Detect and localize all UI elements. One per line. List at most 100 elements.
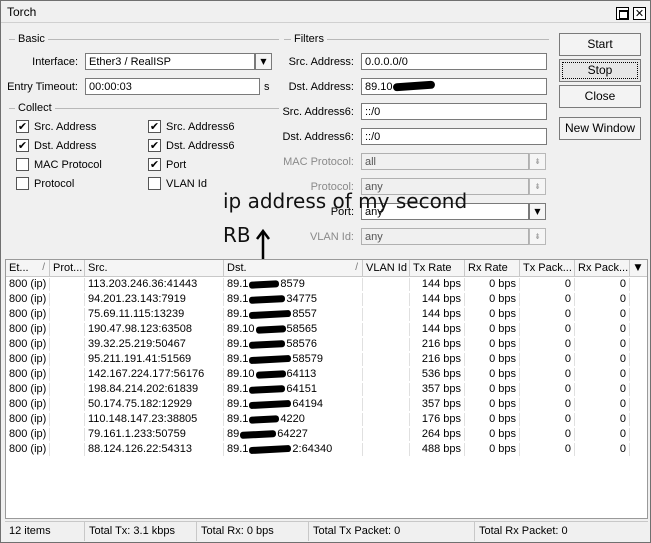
protocol-checkbox[interactable]: [16, 177, 29, 190]
dst-suffix: 8579: [280, 278, 305, 290]
redaction-scribble: [255, 324, 286, 334]
column-header-tx-packets[interactable]: Tx Pack...: [520, 260, 575, 277]
table-cell-tx-rate: 144 bps: [410, 293, 465, 306]
timeout-unit: s: [264, 81, 270, 93]
table-cell-ethertype: 800 (ip): [6, 293, 50, 306]
table-cell-dst: 89.1 34775: [224, 293, 363, 306]
dst-address6-checkbox[interactable]: ✔: [148, 139, 161, 152]
table-cell-dst: 89.1 2:64340: [224, 443, 363, 456]
annotation-line-1: ip address of my second: [223, 189, 468, 213]
table-row[interactable]: 800 (ip) 110.148.147.23:38805 89.1 4220 176 …: [6, 413, 647, 426]
stop-button[interactable]: Stop: [559, 59, 641, 82]
table-row[interactable]: 800 (ip) 95.211.191.41:51569 89.1 58579 216 …: [6, 353, 647, 366]
table-cell-rx-packets: 0: [575, 368, 630, 381]
dst-suffix: 58565: [286, 323, 318, 335]
new-window-button[interactable]: New Window: [559, 117, 641, 140]
vlan-id-select: any: [361, 228, 529, 245]
dst-suffix: 64151: [286, 383, 318, 395]
src-address6-label: Src. Address6:: [282, 106, 354, 118]
window-title: Torch: [7, 5, 37, 19]
redaction-scribble: [249, 354, 292, 364]
table-cell-rx-rate: 0 bps: [465, 353, 520, 366]
status-bar: 12 items Total Tx: 3.1 kbps Total Rx: 0 …: [5, 521, 648, 541]
table-row[interactable]: 800 (ip) 198.84.214.202:61839 89.1 64151 357…: [6, 383, 647, 396]
table-row[interactable]: 800 (ip) 94.201.23.143:7919 89.1 34775 144 b…: [6, 293, 647, 306]
table-row[interactable]: 800 (ip) 75.69.11.115:13239 89.1 8557 144 bp…: [6, 308, 647, 321]
table-cell-src: 95.211.191.41:51569: [85, 353, 224, 366]
table-cell-protocol: [50, 428, 85, 441]
column-menu-icon[interactable]: ▼: [631, 261, 645, 275]
dst-address6-input[interactable]: ::/0: [361, 128, 547, 145]
src-address6-check-label: Src. Address6: [166, 121, 235, 133]
table-cell-tx-packets: 0: [520, 398, 575, 411]
table-cell-rx-packets: 0: [575, 413, 630, 426]
port-dropdown-icon[interactable]: ▼: [529, 203, 546, 220]
column-header-protocol[interactable]: Prot...: [50, 260, 85, 277]
mac-protocol-dropdown-icon: ⇟: [529, 153, 546, 170]
column-header-src[interactable]: Src.: [85, 260, 224, 277]
table-cell-rx-rate: 0 bps: [465, 413, 520, 426]
table-cell-dst: 89.1 8557: [224, 308, 363, 321]
status-item-count: 12 items: [5, 522, 85, 541]
column-header-vlan-id[interactable]: VLAN Id: [363, 260, 410, 277]
table-row[interactable]: 800 (ip) 79.161.1.233:50759 89 64227 264 bps…: [6, 428, 647, 441]
column-header-ethertype[interactable]: Et... /: [6, 260, 50, 277]
dst-address-input[interactable]: 89.10: [361, 78, 547, 95]
dst-prefix: 89.1: [227, 308, 249, 320]
redaction-scribble: [249, 339, 286, 349]
column-header-rx-rate[interactable]: Rx Rate: [465, 260, 520, 277]
status-total-rx: Total Rx: 0 bps: [197, 522, 309, 541]
mac-protocol-check-label: MAC Protocol: [34, 159, 102, 171]
redaction-scribble: [249, 444, 292, 454]
maximize-icon[interactable]: [616, 7, 629, 20]
table-cell-src: 88.124.126.22:54313: [85, 443, 224, 456]
port-check-label: Port: [166, 159, 187, 171]
annotation-line-2: RB: [223, 223, 251, 247]
table-cell-vlan-id: [363, 368, 410, 381]
src-address6-checkbox[interactable]: ✔: [148, 120, 161, 133]
start-button[interactable]: Start: [559, 33, 641, 56]
port-checkbox[interactable]: ✔: [148, 158, 161, 171]
redaction-scribble: [249, 414, 280, 424]
interface-select[interactable]: Ether3 / RealISP: [85, 53, 255, 70]
table-row[interactable]: 800 (ip) 39.32.25.219:50467 89.1 58576 216 b…: [6, 338, 647, 351]
table-cell-vlan-id: [363, 338, 410, 351]
src-address-input[interactable]: 0.0.0.0/0: [361, 53, 547, 70]
table-cell-tx-packets: 0: [520, 413, 575, 426]
table-cell-tx-packets: 0: [520, 278, 575, 291]
table-cell-ethertype: 800 (ip): [6, 338, 50, 351]
table-cell-rx-packets: 0: [575, 338, 630, 351]
src-address-checkbox[interactable]: ✔: [16, 120, 29, 133]
table-cell-rx-rate: 0 bps: [465, 368, 520, 381]
entry-timeout-input[interactable]: 00:00:03: [85, 78, 260, 95]
close-window-icon[interactable]: ✕: [633, 7, 646, 20]
table-row[interactable]: 800 (ip) 113.203.246.36:41443 89.1 8579 144 …: [6, 278, 647, 291]
table-cell-ethertype: 800 (ip): [6, 323, 50, 336]
table-row[interactable]: 800 (ip) 142.167.224.177:56176 89.10 64113 5…: [6, 368, 647, 381]
column-header-dst[interactable]: Dst. /: [224, 260, 363, 277]
title-bar[interactable]: Torch ✕: [1, 1, 650, 23]
column-header-tx-rate[interactable]: Tx Rate: [410, 260, 465, 277]
table-cell-vlan-id: [363, 398, 410, 411]
table-cell-rx-packets: 0: [575, 428, 630, 441]
interface-dropdown-icon[interactable]: ▼: [255, 53, 272, 70]
table-row[interactable]: 800 (ip) 50.174.75.182:12929 89.1 64194 357 …: [6, 398, 647, 411]
table-cell-ethertype: 800 (ip): [6, 428, 50, 441]
status-total-tx-packet: Total Tx Packet: 0: [309, 522, 475, 541]
close-button[interactable]: Close: [559, 85, 641, 108]
dst-suffix: 2:64340: [292, 443, 333, 455]
dst-suffix: 64113: [286, 368, 317, 380]
column-header-rx-packets[interactable]: Rx Pack...: [575, 260, 630, 277]
table-cell-rx-packets: 0: [575, 278, 630, 291]
table-row[interactable]: 800 (ip) 190.47.98.123:63508 89.10 58565 144…: [6, 323, 647, 336]
collect-group-title: Collect: [15, 102, 55, 114]
mac-protocol-checkbox[interactable]: [16, 158, 29, 171]
redaction-scribble: [255, 369, 286, 379]
table-row[interactable]: 800 (ip) 88.124.126.22:54313 89.1 2:64340 48…: [6, 443, 647, 456]
table-cell-rx-rate: 0 bps: [465, 443, 520, 456]
vlan-id-checkbox[interactable]: [148, 177, 161, 190]
table-cell-tx-rate: 176 bps: [410, 413, 465, 426]
src-address6-input[interactable]: ::/0: [361, 103, 547, 120]
dst-address-checkbox[interactable]: ✔: [16, 139, 29, 152]
dst-suffix: 8557: [292, 308, 317, 320]
